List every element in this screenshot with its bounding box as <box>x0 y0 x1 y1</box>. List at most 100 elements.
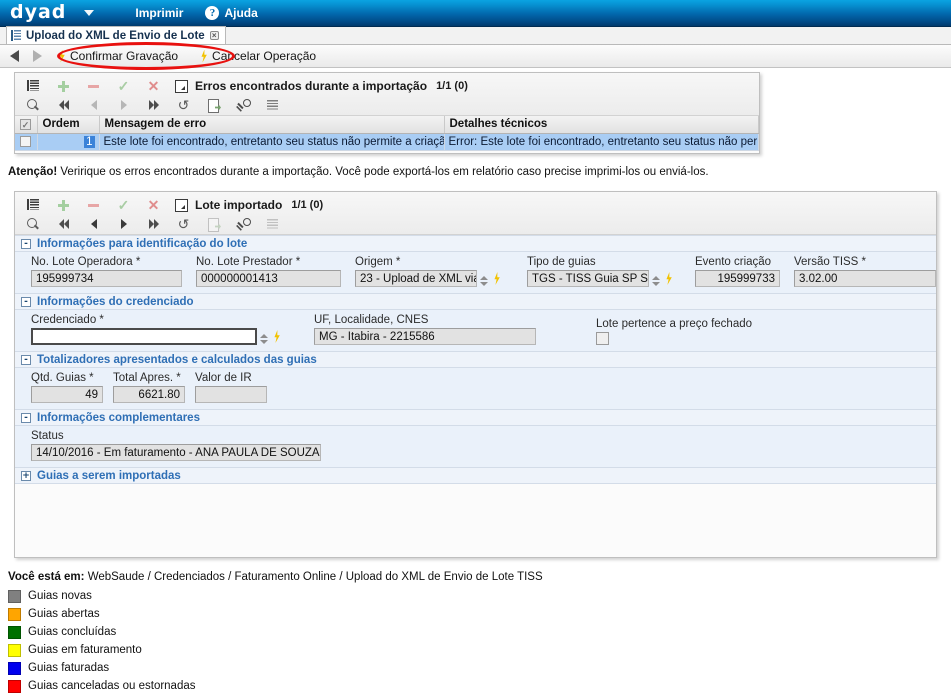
input-evento-criacao[interactable]: 195999733 <box>695 270 780 287</box>
export-icon[interactable] <box>205 216 222 232</box>
section-title-totalizadores: Totalizadores apresentados e calculados … <box>37 353 317 366</box>
row-checkbox-cell[interactable] <box>15 133 38 151</box>
plus-icon[interactable] <box>55 197 72 213</box>
input-status[interactable]: 14/10/2016 - Em faturamento - ANA PAULA … <box>31 444 321 461</box>
spinner-tipo-guias-icon[interactable] <box>652 276 660 286</box>
select-all-header[interactable]: ✓ <box>15 116 38 134</box>
next-page-icon[interactable] <box>115 97 132 113</box>
input-no-lote-prestador[interactable]: 000000001413 <box>196 270 341 287</box>
list-icon[interactable] <box>25 196 42 213</box>
chevron-down-icon[interactable] <box>84 10 95 16</box>
expand-icon[interactable]: + <box>21 470 31 481</box>
lightning-bolt-icon[interactable] <box>274 330 280 343</box>
breadcrumb-prefix: Você está em: <box>8 571 85 583</box>
column-detalhes[interactable]: Detalhes técnicos <box>444 116 759 134</box>
field-uf-localidade-cnes: UF, Localidade, CNES MG - Itabira - 2215… <box>314 314 536 345</box>
section-header-totalizadores[interactable]: - Totalizadores apresentados e calculado… <box>15 351 936 368</box>
input-valor-ir[interactable] <box>195 386 267 403</box>
collapse-icon[interactable]: - <box>21 412 31 423</box>
last-page-icon[interactable] <box>145 97 162 113</box>
lightning-bolt-icon[interactable] <box>666 272 672 285</box>
label-origem: Origem * <box>355 256 401 268</box>
search-icon[interactable] <box>25 216 42 232</box>
key-icon[interactable] <box>235 97 252 113</box>
section-header-identificacao[interactable]: - Informações para identificação do lote <box>15 235 936 252</box>
detail-list-icon[interactable] <box>265 96 282 113</box>
spinner-origem-icon[interactable] <box>480 276 488 286</box>
confirmar-gravacao-label: Confirmar Gravação <box>70 49 179 63</box>
collapse-icon[interactable]: - <box>21 238 31 249</box>
section-header-guias-importar[interactable]: + Guias a serem importadas <box>15 467 936 484</box>
label-evento-criacao: Evento criação <box>695 256 772 268</box>
checkbox-preco-fechado[interactable] <box>596 332 609 345</box>
legend-color-swatch <box>8 589 21 603</box>
collapse-icon[interactable]: - <box>21 296 31 307</box>
legend-color-swatch <box>8 625 21 639</box>
tab-upload-xml[interactable]: Upload do XML de Envio de Lote × <box>6 26 226 44</box>
checkbox-icon[interactable]: ✓ <box>20 118 31 130</box>
help-button[interactable]: ? Ajuda <box>205 6 258 20</box>
section-title-identificacao: Informações para identificação do lote <box>37 237 248 250</box>
column-ordem[interactable]: Ordem <box>37 116 100 134</box>
section-header-complementares[interactable]: - Informações complementares <box>15 409 936 426</box>
legend-label: Guias faturadas <box>28 662 110 674</box>
table-row[interactable]: 1 Este lote foi encontrado, entretanto s… <box>15 133 759 151</box>
close-icon[interactable]: × <box>209 31 219 40</box>
spinner-credenciado-icon[interactable] <box>260 334 268 344</box>
input-total-apres[interactable]: 6621.80 <box>113 386 185 403</box>
legend-item: Guias concluídas <box>8 623 543 641</box>
select-origem[interactable]: 23 - Upload de XML via <box>355 270 477 287</box>
dropdown-box-icon[interactable] <box>175 79 188 93</box>
lightning-bolt-icon[interactable] <box>494 272 500 285</box>
prev-page-icon[interactable] <box>85 216 102 232</box>
minus-icon[interactable] <box>85 78 102 94</box>
label-total-apres: Total Apres. * <box>113 372 181 384</box>
section-header-credenciado[interactable]: - Informações do credenciado <box>15 293 936 310</box>
arrow-right-icon[interactable] <box>33 50 42 62</box>
cancelar-operacao-button[interactable]: Cancelar Operação <box>200 49 316 63</box>
check-icon[interactable]: ✓ <box>115 197 132 213</box>
legend-label: Guias canceladas ou estornadas <box>28 680 196 692</box>
input-qtd-guias[interactable]: 49 <box>31 386 103 403</box>
action-toolbar: Confirmar Gravação Cancelar Operação <box>0 45 951 68</box>
first-page-icon[interactable] <box>55 216 72 232</box>
collapse-icon[interactable]: - <box>21 354 31 365</box>
prev-page-icon[interactable] <box>85 97 102 113</box>
plus-icon[interactable] <box>55 78 72 94</box>
refresh-icon[interactable]: ↺ <box>175 97 192 113</box>
first-page-icon[interactable] <box>55 97 72 113</box>
legend-item: Guias canceladas ou estornadas <box>8 677 543 695</box>
app-header: dyad Imprimir ? Ajuda <box>0 0 951 27</box>
minus-icon[interactable] <box>85 197 102 213</box>
x-icon[interactable]: ✕ <box>145 197 162 213</box>
last-page-icon[interactable] <box>145 216 162 232</box>
key-icon[interactable] <box>235 216 252 232</box>
print-button[interactable]: Imprimir <box>116 6 183 20</box>
input-credenciado[interactable] <box>31 328 257 345</box>
export-icon[interactable] <box>205 97 222 113</box>
select-tipo-de-guias[interactable]: TGS - TISS Guia SP SA <box>527 270 649 287</box>
refresh-icon[interactable]: ↺ <box>175 216 192 232</box>
label-no-lote-prestador: No. Lote Prestador * <box>196 256 301 268</box>
lote-panel-toolbar: ✓ ✕ Lote importado 1/1 (0) ↺ <box>15 192 936 235</box>
dropdown-box-icon[interactable] <box>175 198 188 212</box>
legend-item: Guias faturadas <box>8 659 543 677</box>
next-page-icon[interactable] <box>115 216 132 232</box>
legend-label: Guias novas <box>28 590 92 602</box>
input-no-lote-operadora[interactable]: 195999734 <box>31 270 182 287</box>
confirmar-gravacao-button[interactable]: Confirmar Gravação <box>58 49 178 63</box>
page-body: ✓ ✕ Erros encontrados durante a importaç… <box>0 68 951 693</box>
arrow-left-icon[interactable] <box>10 50 19 62</box>
checkbox-icon[interactable] <box>20 135 32 147</box>
check-icon[interactable]: ✓ <box>115 78 132 94</box>
input-uf-localidade-cnes[interactable]: MG - Itabira - 2215586 <box>314 328 536 345</box>
column-mensagem[interactable]: Mensagem de erro <box>99 116 445 134</box>
grid-icon <box>11 30 21 41</box>
input-versao-tiss[interactable]: 3.02.00 <box>794 270 936 287</box>
breadcrumb-path: WebSaude / Credenciados / Faturamento On… <box>84 571 543 583</box>
x-icon[interactable]: ✕ <box>145 78 162 94</box>
brand-logo[interactable]: dyad <box>10 2 66 24</box>
detail-list-icon[interactable] <box>265 215 282 232</box>
list-icon[interactable] <box>25 77 42 94</box>
search-icon[interactable] <box>25 97 42 113</box>
